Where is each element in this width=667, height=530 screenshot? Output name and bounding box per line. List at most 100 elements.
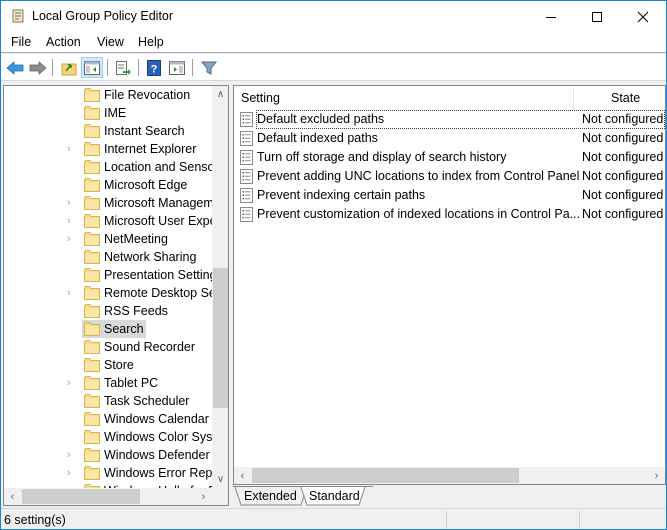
filter-button[interactable] xyxy=(198,57,220,78)
minimize-button[interactable] xyxy=(528,1,574,32)
tree-item[interactable]: Location and Sensor xyxy=(4,158,219,176)
table-row[interactable]: Prevent indexing certain paths Not config… xyxy=(234,186,665,205)
maximize-button[interactable] xyxy=(574,1,620,32)
table-row[interactable]: Default indexed paths Not configured xyxy=(234,129,665,148)
tree-vertical-scroll-thumb[interactable] xyxy=(213,268,228,408)
column-header-state[interactable]: State xyxy=(611,91,640,105)
table-row[interactable]: Prevent adding UNC locations to index fr… xyxy=(234,167,665,186)
setting-name: Default indexed paths xyxy=(257,131,378,145)
menu-view[interactable]: View xyxy=(97,35,124,49)
menu-action[interactable]: Action xyxy=(46,35,81,49)
tree-item[interactable]: Windows Calendar xyxy=(4,410,214,428)
tree-item[interactable]: › Tablet PC xyxy=(4,374,214,392)
setting-name: Prevent indexing certain paths xyxy=(257,188,426,202)
view-tabs: Extended Standard xyxy=(233,486,666,508)
setting-name: Prevent adding UNC locations to index fr… xyxy=(257,169,580,183)
tree-item[interactable]: Microsoft Edge xyxy=(4,176,214,194)
tree-item[interactable]: › Microsoft User Exper xyxy=(4,212,221,230)
export-list-icon xyxy=(116,60,131,75)
tree-item[interactable]: Sound Recorder xyxy=(4,338,214,356)
setting-state: Not configured xyxy=(582,169,664,183)
tree-item[interactable]: › Internet Explorer xyxy=(4,140,214,158)
scroll-left-arrow-icon[interactable]: ‹ xyxy=(4,488,21,505)
chevron-right-icon[interactable]: › xyxy=(67,467,77,479)
action-pane-icon xyxy=(169,60,185,75)
scroll-right-arrow-icon[interactable]: › xyxy=(195,488,212,505)
tree-item-label: Search xyxy=(104,322,144,336)
tree-item[interactable]: File Revocation xyxy=(4,86,214,104)
tree-item[interactable]: › Remote Desktop Ser xyxy=(4,284,220,302)
folder-icon xyxy=(84,322,100,336)
toolbar-separator xyxy=(52,59,53,76)
tree-item[interactable]: › Windows Error Repo xyxy=(4,464,219,482)
tree-item[interactable]: IME xyxy=(4,104,214,122)
tree-horizontal-scroll-thumb[interactable] xyxy=(22,489,140,504)
chevron-right-icon[interactable]: › xyxy=(67,143,77,155)
column-header-setting[interactable]: Setting xyxy=(241,91,280,105)
table-row[interactable]: Turn off storage and display of search h… xyxy=(234,148,665,167)
policy-setting-icon xyxy=(240,188,254,203)
tree-item-label: Windows Color Syste xyxy=(104,430,223,444)
policy-setting-icon xyxy=(240,207,254,222)
table-row[interactable]: Prevent customization of indexed locatio… xyxy=(234,205,665,224)
tree-item-label: Microsoft Managem xyxy=(104,196,214,210)
column-divider[interactable] xyxy=(573,86,574,110)
tree-item[interactable]: RSS Feeds xyxy=(4,302,214,320)
chevron-right-icon[interactable]: › xyxy=(67,215,77,227)
show-hide-console-tree-button[interactable] xyxy=(81,57,103,78)
list-column-header: Setting State xyxy=(234,86,665,110)
tree-item[interactable]: Network Sharing xyxy=(4,248,214,266)
folder-icon xyxy=(84,304,100,318)
main-window: Local Group Policy Editor File Action Vi… xyxy=(0,0,667,530)
menu-help[interactable]: Help xyxy=(138,35,164,49)
tree-item-label: Network Sharing xyxy=(104,250,197,264)
folder-icon xyxy=(84,178,100,192)
up-one-level-button[interactable] xyxy=(58,57,80,78)
tree-item[interactable]: Windows Color Syste xyxy=(4,428,223,446)
tree-item[interactable]: › Windows Defender S xyxy=(4,446,221,464)
tree-item[interactable]: › NetMeeting xyxy=(4,230,214,248)
scroll-up-arrow-icon[interactable]: ∧ xyxy=(212,86,228,103)
title-bar[interactable]: Local Group Policy Editor xyxy=(1,1,666,32)
chevron-right-icon[interactable]: › xyxy=(67,233,77,245)
tab-standard[interactable]: Standard xyxy=(309,486,360,506)
folder-icon xyxy=(84,286,100,300)
folder-up-icon xyxy=(61,63,77,75)
menu-file[interactable]: File xyxy=(11,35,31,49)
list-horizontal-scroll-thumb[interactable] xyxy=(252,468,519,483)
policy-setting-icon xyxy=(240,131,254,146)
folder-icon xyxy=(84,394,100,408)
tree-item[interactable]: Task Scheduler xyxy=(4,392,214,410)
scroll-down-arrow-icon[interactable]: ∨ xyxy=(212,471,228,488)
export-list-button[interactable] xyxy=(112,57,134,78)
forward-button[interactable] xyxy=(27,57,49,78)
scroll-left-arrow-icon[interactable]: ‹ xyxy=(234,467,251,484)
list-horizontal-scrollbar[interactable]: ‹ › xyxy=(234,467,665,484)
tree-horizontal-scrollbar[interactable]: ‹ › xyxy=(4,488,212,505)
table-row[interactable]: Default excluded paths Not configured xyxy=(234,110,665,129)
tree-item[interactable]: Presentation Setting xyxy=(4,266,217,284)
scroll-right-arrow-icon[interactable]: › xyxy=(648,467,665,484)
setting-name: Default excluded paths xyxy=(257,112,385,126)
console-tree[interactable]: File Revocation IME Instant Search › Interne… xyxy=(3,85,229,506)
tree-vertical-scrollbar[interactable]: ∧ ∨ xyxy=(212,86,228,488)
chevron-right-icon[interactable]: › xyxy=(67,197,77,209)
close-icon xyxy=(637,11,649,22)
back-button[interactable] xyxy=(4,57,26,78)
help-button[interactable]: ? xyxy=(143,57,165,78)
tree-item-label: Task Scheduler xyxy=(104,394,190,408)
folder-icon xyxy=(84,232,100,246)
chevron-right-icon[interactable]: › xyxy=(67,449,77,461)
tree-item-label: Microsoft Edge xyxy=(104,178,188,192)
tree-item[interactable]: Search xyxy=(4,320,214,338)
setting-state: Not configured xyxy=(582,188,664,202)
tab-extended[interactable]: Extended xyxy=(244,486,297,506)
tree-item[interactable]: Instant Search xyxy=(4,122,214,140)
settings-list[interactable]: Setting State Default excluded paths Not … xyxy=(233,85,666,485)
chevron-right-icon[interactable]: › xyxy=(67,377,77,389)
tree-item[interactable]: Store xyxy=(4,356,214,374)
close-button[interactable] xyxy=(620,1,666,32)
show-hide-action-pane-button[interactable] xyxy=(166,57,188,78)
chevron-right-icon[interactable]: › xyxy=(67,287,77,299)
tree-item[interactable]: › Microsoft Managem xyxy=(4,194,214,212)
